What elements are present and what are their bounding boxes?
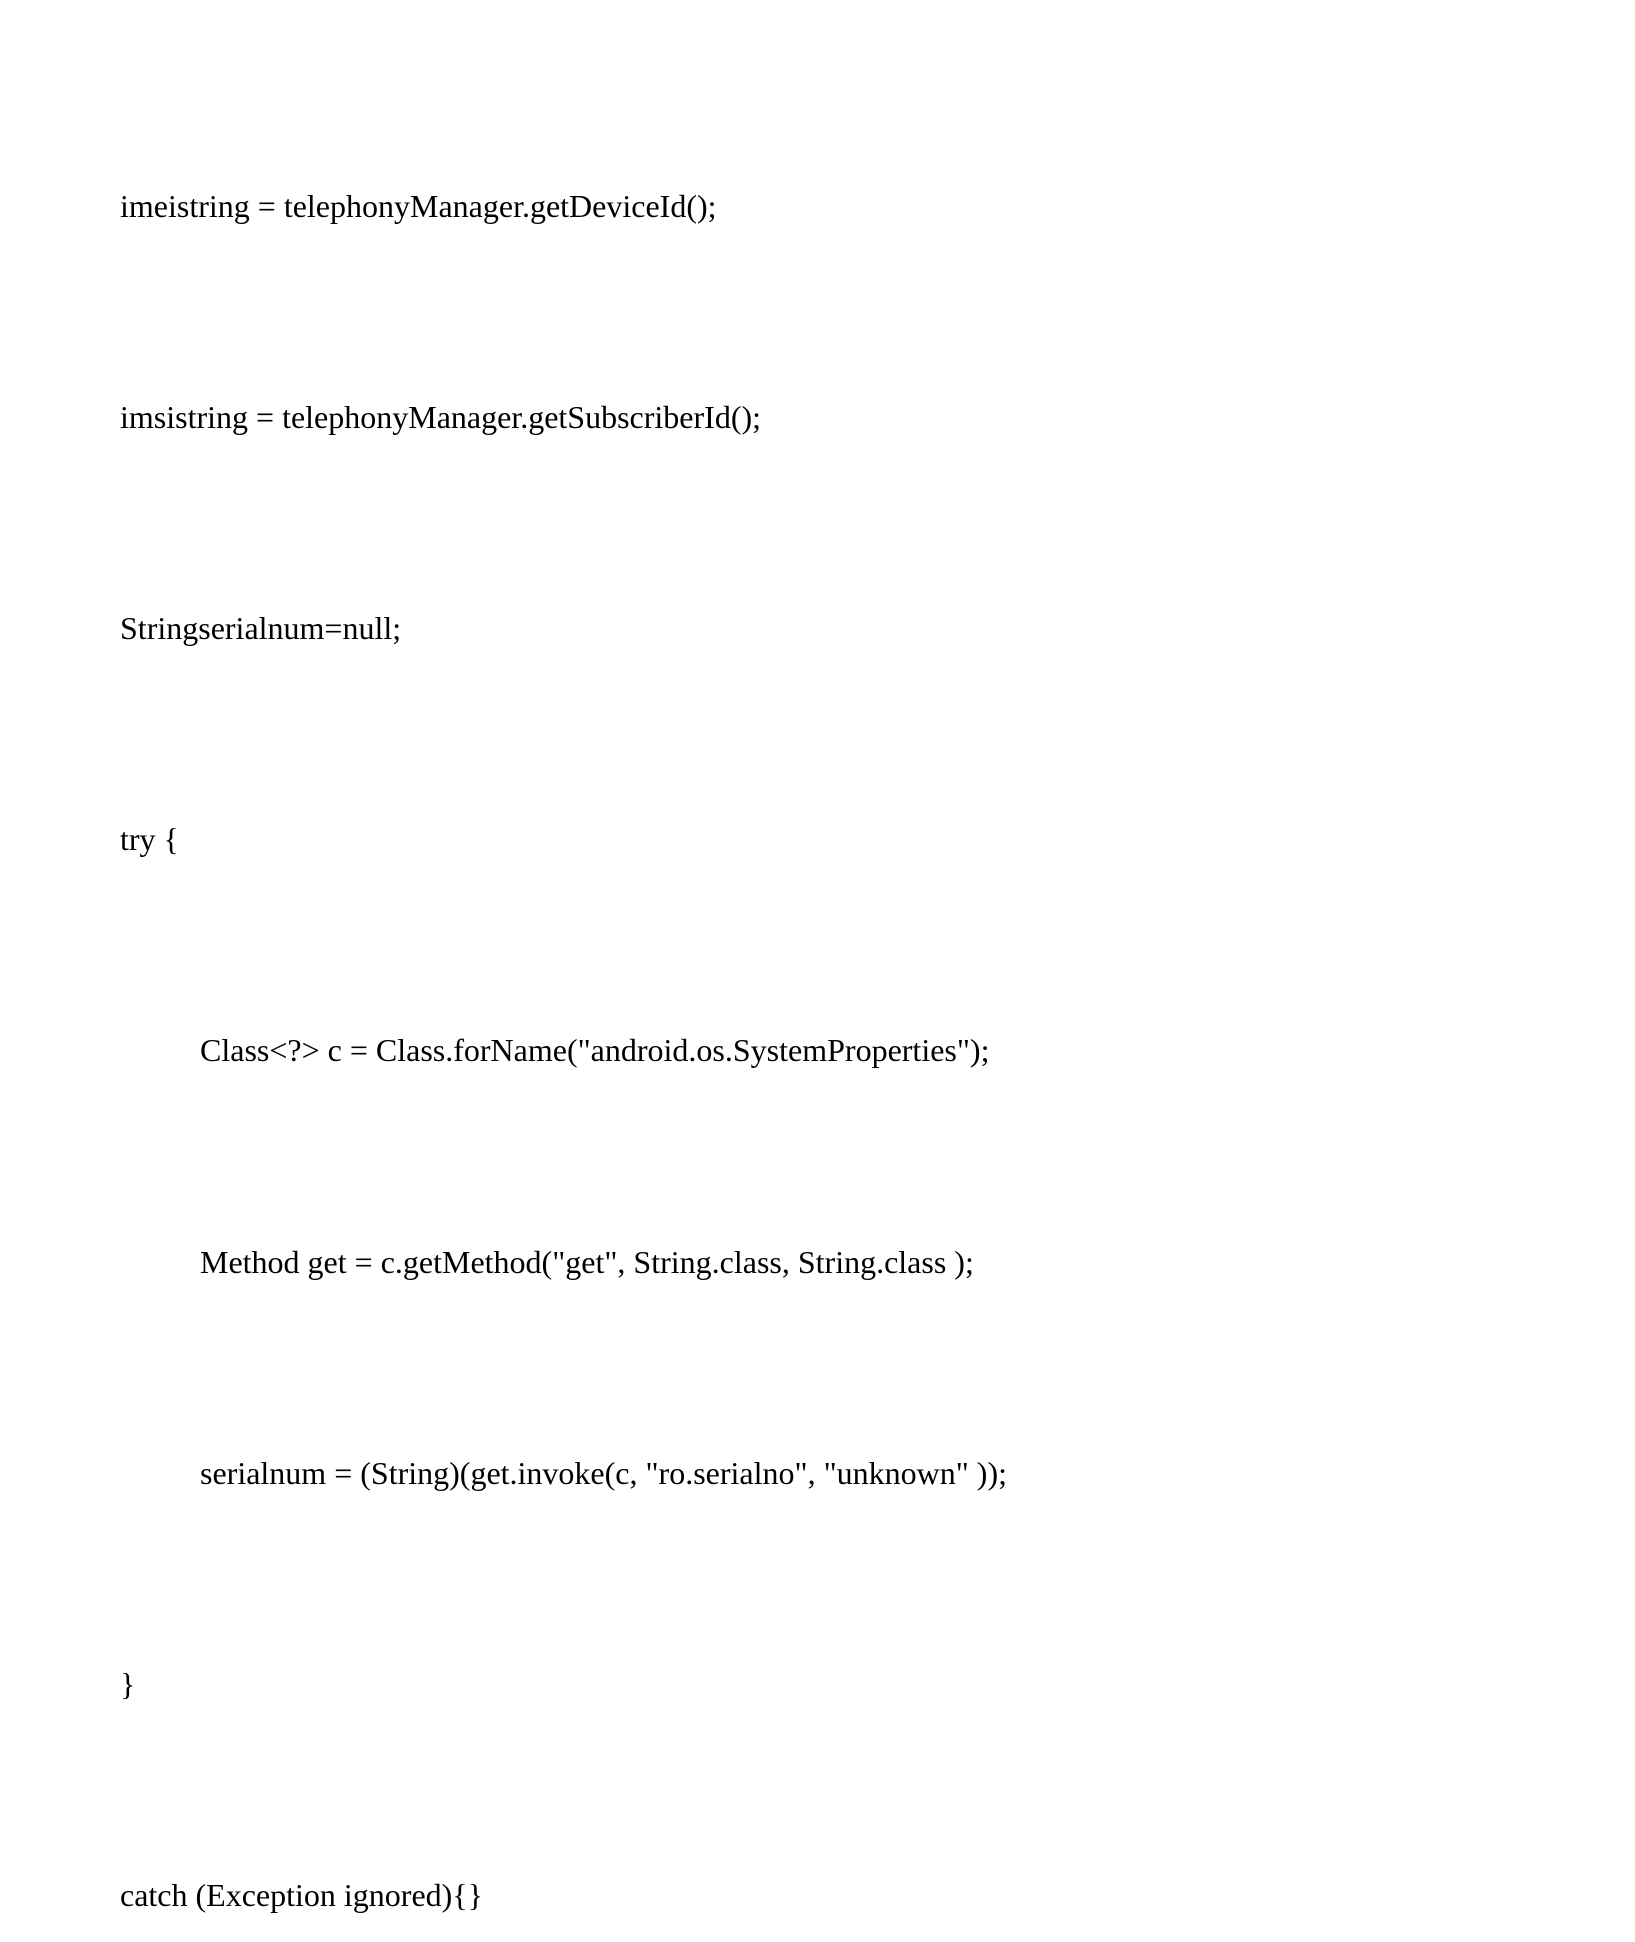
code-line: catch (Exception ignored){} bbox=[60, 1860, 1575, 1930]
code-snippet: imeistring = telephonyManager.getDeviceI… bbox=[60, 30, 1575, 1942]
code-line: } bbox=[60, 1649, 1575, 1719]
code-line: Method get = c.getMethod("get", String.c… bbox=[60, 1227, 1575, 1297]
code-line: Class<?> c = Class.forName("android.os.S… bbox=[60, 1015, 1575, 1085]
code-line: imsistring = telephonyManager.getSubscri… bbox=[60, 382, 1575, 452]
code-line: imeistring = telephonyManager.getDeviceI… bbox=[60, 171, 1575, 241]
code-line: try { bbox=[60, 804, 1575, 874]
code-line: serialnum = (String)(get.invoke(c, "ro.s… bbox=[60, 1438, 1575, 1508]
code-line: Stringserialnum=null; bbox=[60, 593, 1575, 663]
